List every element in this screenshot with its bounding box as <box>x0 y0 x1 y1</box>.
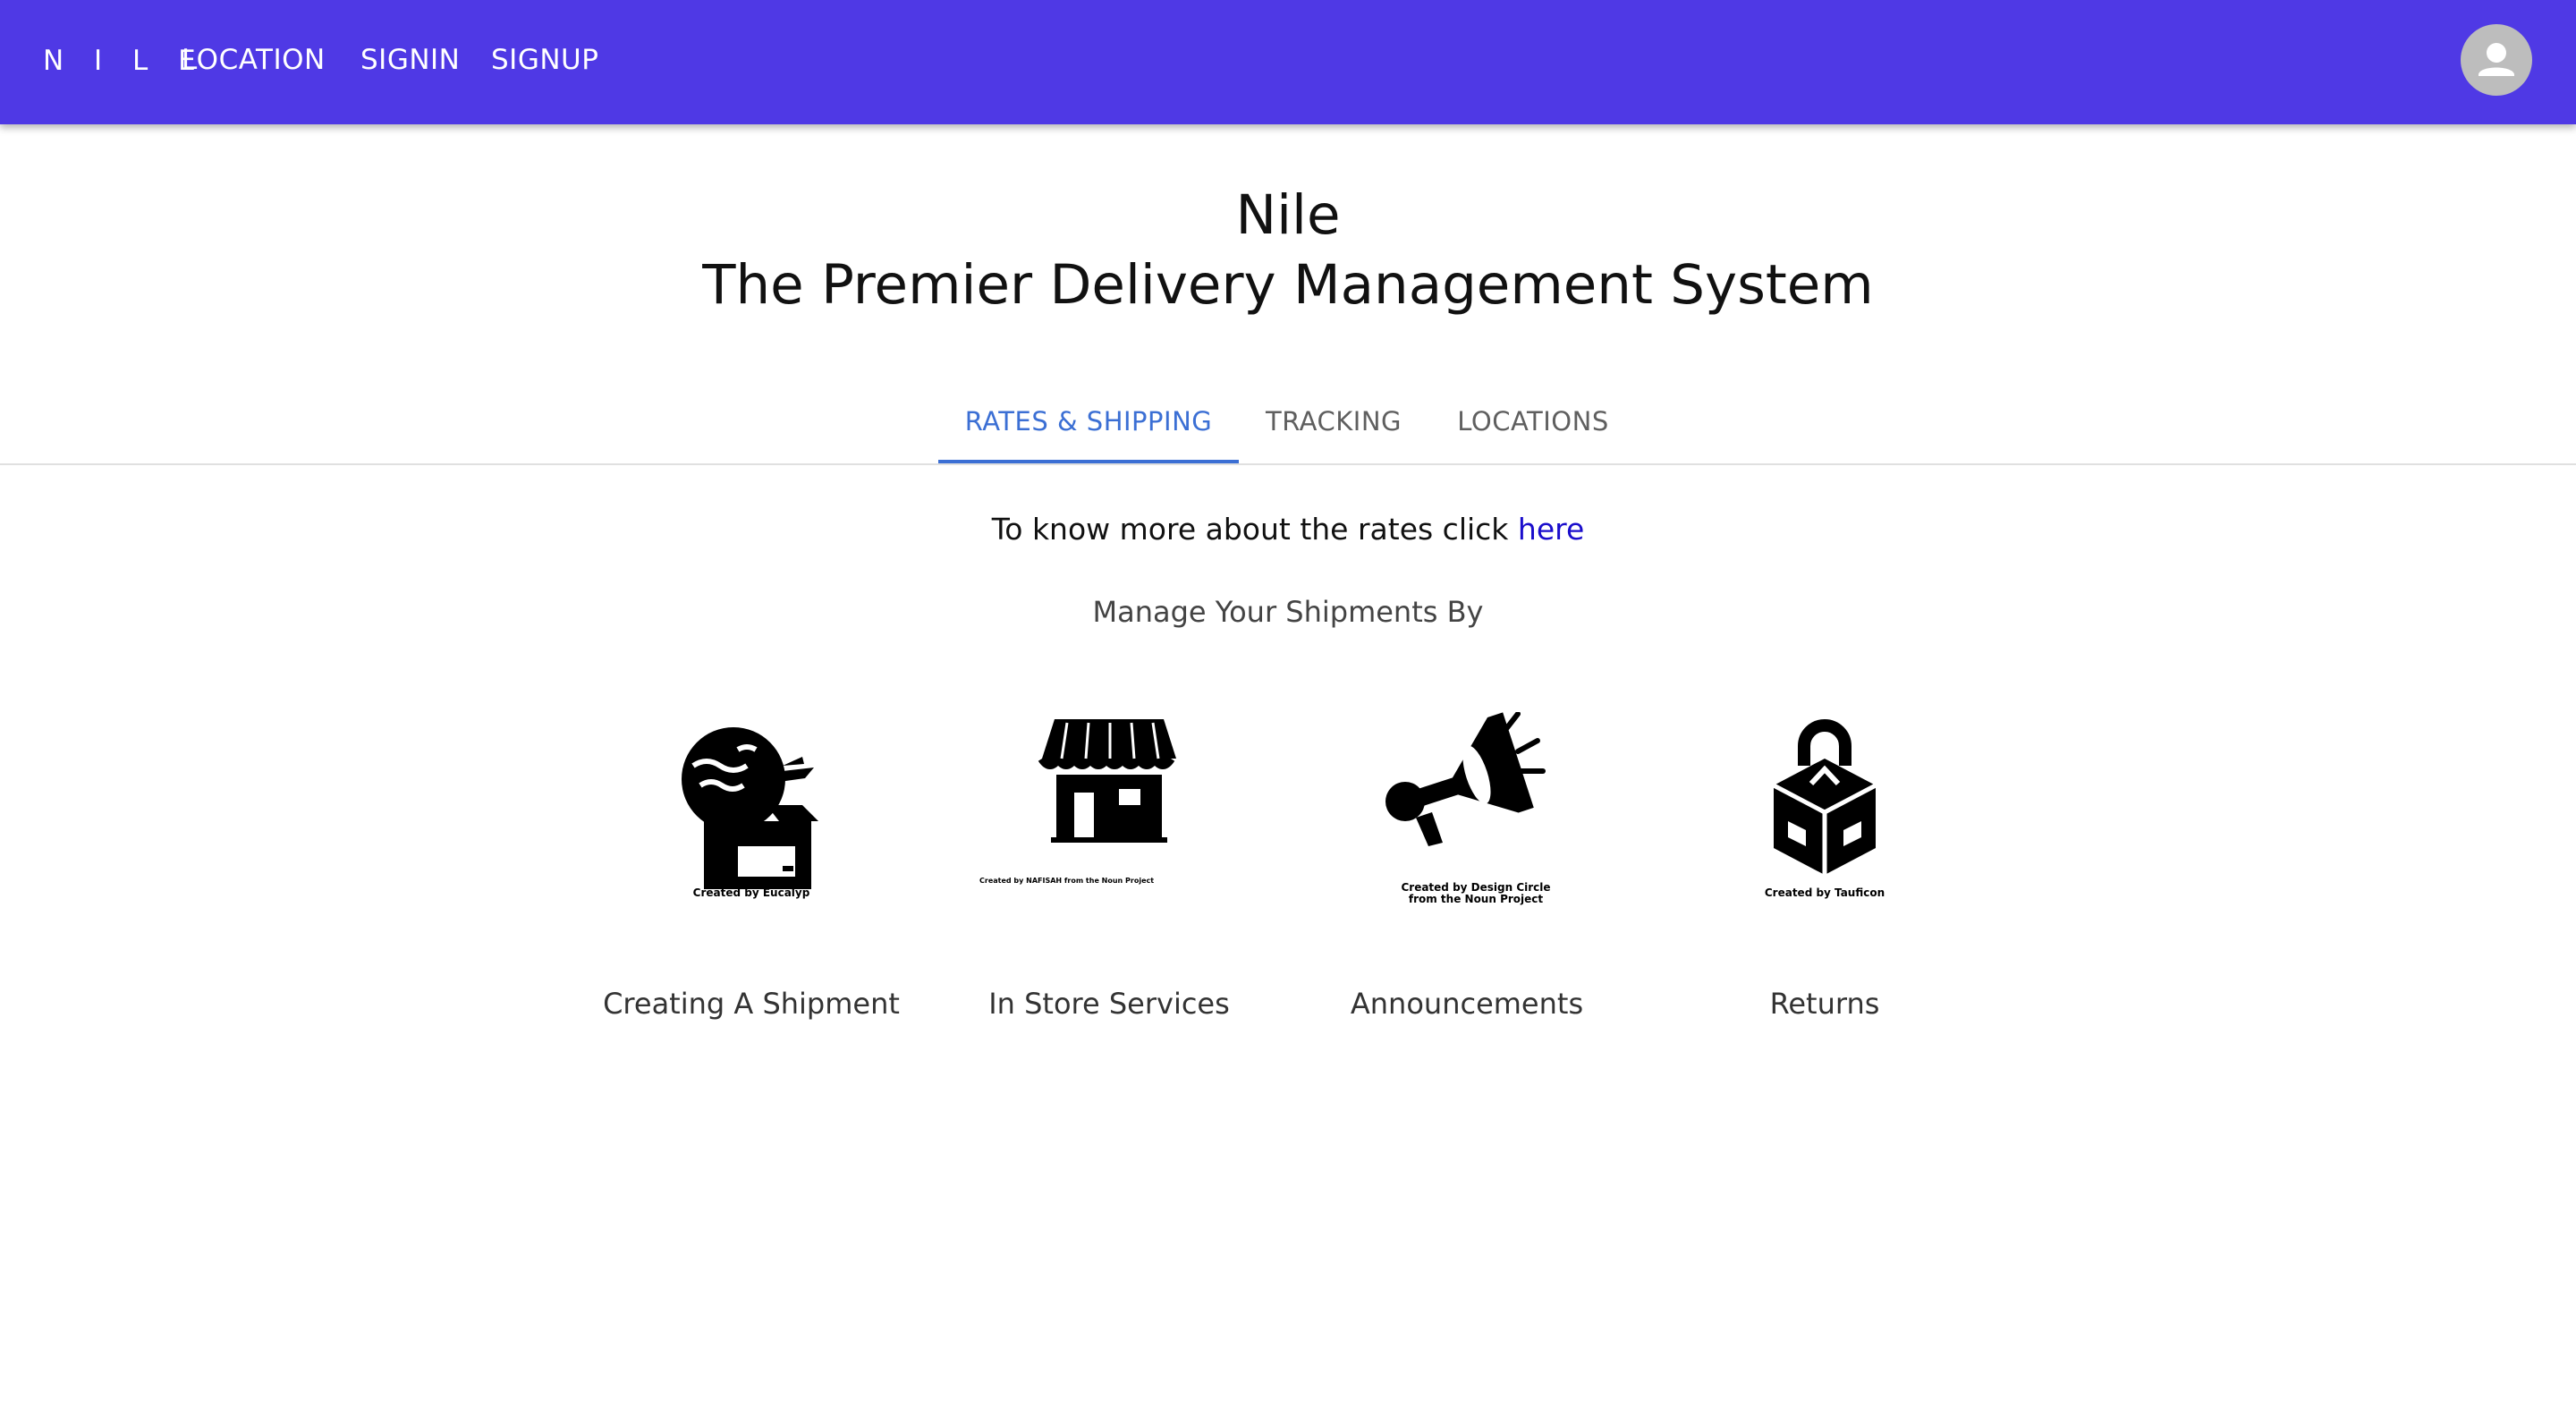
avatar[interactable] <box>2461 24 2532 96</box>
tab-tracking[interactable]: TRACKING <box>1250 404 1417 438</box>
rates-info: To know more about the rates click here <box>0 512 2576 547</box>
icon-credit: Created by NAFISAH from the Noun Project <box>979 877 1155 885</box>
icon-credit: Created by Design Circle from the Noun P… <box>1401 881 1551 905</box>
app-bar: N I L E LOCATION SIGNIN SIGNUP <box>0 0 2576 124</box>
store-icon <box>1038 719 1176 843</box>
card-returns[interactable]: Created by Tauficon <box>1677 712 1972 921</box>
tab-locations[interactable]: LOCATIONS <box>1444 404 1623 438</box>
rates-here-link[interactable]: here <box>1518 512 1584 547</box>
card-in-store-services[interactable]: Created by NAFISAH from the Noun Project <box>962 712 1257 921</box>
tab-rates-shipping[interactable]: RATES & SHIPPING <box>938 404 1239 438</box>
account-circle-icon <box>2479 43 2514 76</box>
card-label-announcements[interactable]: Announcements <box>1288 986 1646 1022</box>
icon-credit: Created by Eucalyp <box>692 886 810 899</box>
card-label-returns[interactable]: Returns <box>1646 986 2004 1022</box>
card-label-in-store-services[interactable]: In Store Services <box>930 986 1288 1022</box>
page-subtitle: The Premier Delivery Management System <box>702 253 1874 317</box>
icon-credit: Created by Tauficon <box>1764 886 1885 899</box>
card-label-creating-shipment[interactable]: Creating A Shipment <box>572 986 930 1022</box>
manage-heading: Manage Your Shipments By <box>1092 595 1484 629</box>
page: N I L E LOCATION SIGNIN SIGNUP Nile The … <box>0 0 2576 1408</box>
nav-location[interactable]: LOCATION <box>182 42 326 78</box>
nav-signin[interactable]: SIGNIN <box>360 42 460 78</box>
tab-divider <box>0 463 2576 465</box>
rates-text: To know more about the rates click <box>991 512 1518 547</box>
card-announcements[interactable]: Created by Design Circle from the Noun P… <box>1319 711 1614 921</box>
page-title: Nile <box>1235 183 1341 247</box>
hero-title-block: Nile The Premier Delivery Management Sys… <box>0 181 2576 320</box>
nav-signup[interactable]: SIGNUP <box>491 42 598 78</box>
card-creating-shipment[interactable]: Created by Eucalyp <box>604 712 899 921</box>
